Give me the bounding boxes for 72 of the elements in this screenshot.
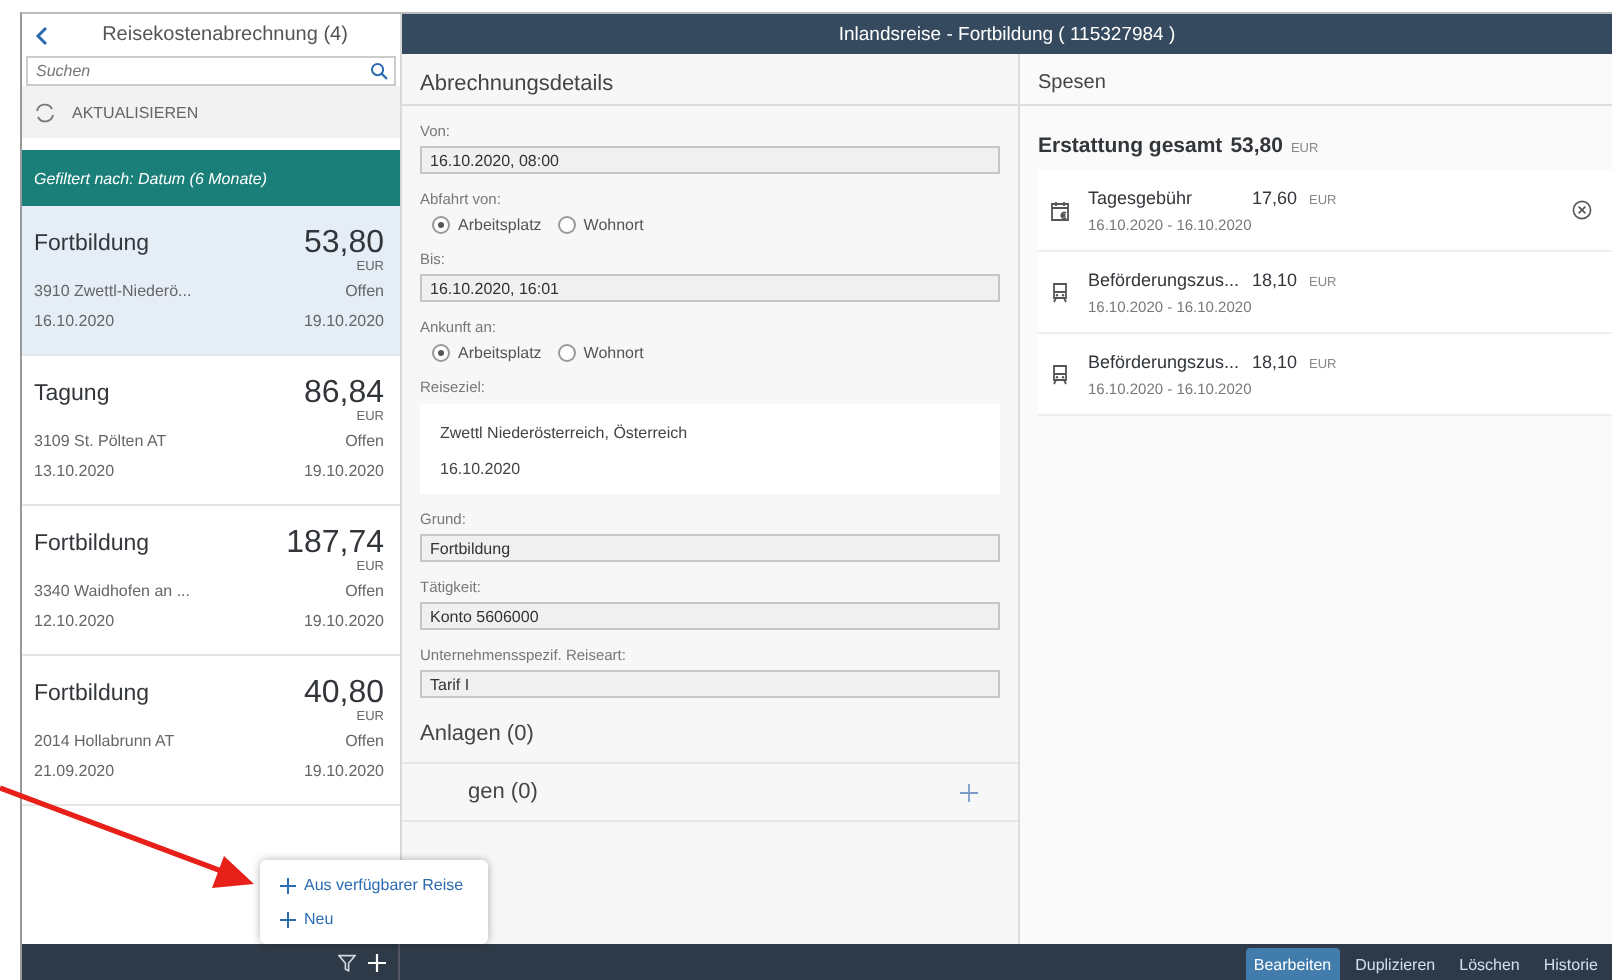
radio-button[interactable] bbox=[432, 344, 450, 362]
back-icon[interactable] bbox=[34, 25, 50, 45]
destination-text: 16.10.2020 bbox=[440, 460, 523, 478]
item-date: 19.10.2020 bbox=[303, 762, 384, 780]
toolbar-button[interactable]: Löschen bbox=[1451, 948, 1528, 980]
train-icon bbox=[1050, 281, 1070, 303]
input-field[interactable]: 16.10.2020, 16:01 bbox=[420, 274, 1000, 302]
expense-amount: 17,60 bbox=[1252, 187, 1298, 207]
expense-amount: 18,10 bbox=[1252, 351, 1298, 371]
search-field[interactable]: Suchen bbox=[26, 56, 396, 86]
item-amount: 187,74 bbox=[286, 526, 384, 560]
item-date: 19.10.2020 bbox=[303, 612, 384, 630]
list-title: Reisekostenabrechnung (4) bbox=[100, 24, 350, 46]
expense-name: Tagesgebühr bbox=[1088, 187, 1195, 207]
item-date: 19.10.2020 bbox=[303, 462, 384, 480]
menu-item[interactable]: Neu bbox=[280, 910, 488, 928]
item-date: 16.10.2020 bbox=[34, 312, 115, 330]
expense-amount: 18,10 bbox=[1252, 269, 1298, 289]
item-title: Fortbildung bbox=[34, 682, 150, 706]
item-date: 12.10.2020 bbox=[34, 612, 115, 630]
item-amount: 40,80 bbox=[303, 676, 384, 710]
input-field[interactable]: 16.10.2020, 08:00 bbox=[420, 146, 1000, 174]
item-location: 2014 Hollabrunn AT bbox=[34, 732, 175, 750]
toolbar-button[interactable]: Historie bbox=[1535, 948, 1606, 980]
refresh-icon bbox=[34, 101, 56, 123]
remove-icon[interactable] bbox=[1572, 200, 1592, 220]
radio-label: Arbeitsplatz bbox=[458, 216, 542, 234]
add-icon bbox=[280, 877, 296, 893]
search-icon[interactable] bbox=[370, 62, 388, 80]
item-title: Fortbildung bbox=[34, 532, 150, 556]
radio-button[interactable] bbox=[557, 216, 576, 234]
section-title: Spesen bbox=[1020, 54, 1612, 106]
filter-icon[interactable] bbox=[338, 953, 356, 971]
train-icon bbox=[1050, 363, 1070, 385]
menu-item[interactable]: Aus verfügbarer Reise bbox=[280, 876, 488, 894]
item-location: 3109 St. Pölten AT bbox=[34, 432, 167, 450]
item-title: Fortbildung bbox=[34, 232, 150, 256]
section-title: gen (0) bbox=[468, 780, 538, 804]
section-title: Anlagen (0) bbox=[420, 722, 534, 746]
total-label: Erstattung gesamt bbox=[1038, 134, 1223, 158]
item-status: Offen bbox=[345, 432, 384, 450]
filter-info-bar: Gefiltert nach: Datum (6 Monate) bbox=[22, 150, 400, 206]
expense-name: Beförderungszus... bbox=[1088, 269, 1240, 289]
item-date: 13.10.2020 bbox=[34, 462, 115, 480]
item-status: Offen bbox=[345, 582, 384, 600]
radio-button[interactable] bbox=[432, 216, 450, 234]
radio-button[interactable] bbox=[557, 344, 576, 362]
input-field[interactable]: Tarif I bbox=[420, 670, 1000, 698]
add-icon bbox=[280, 911, 296, 927]
radio-label: Arbeitsplatz bbox=[458, 344, 542, 362]
item-status: Offen bbox=[345, 282, 384, 300]
item-date: 19.10.2020 bbox=[303, 312, 384, 330]
toolbar-button[interactable]: Bearbeiten bbox=[1245, 948, 1340, 980]
item-status: Offen bbox=[345, 732, 384, 750]
item-location: 3910 Zwettl-Niederö... bbox=[34, 282, 192, 300]
calendar-icon bbox=[1050, 199, 1070, 221]
refresh-button[interactable]: AKTUALISIEREN bbox=[22, 86, 400, 138]
expense-name: Beförderungszus... bbox=[1088, 351, 1240, 371]
radio-label: Wohnort bbox=[583, 216, 644, 234]
page-header: Inlandsreise - Fortbildung ( 115327984 ) bbox=[402, 14, 1612, 54]
input-field[interactable]: Konto 5606000 bbox=[420, 602, 1000, 630]
total-amount: 53,80 bbox=[1230, 134, 1283, 158]
destination-text: Zwettl Niederösterreich, Österreich bbox=[440, 424, 690, 442]
item-amount: 86,84 bbox=[303, 376, 384, 410]
item-location: 3340 Waidhofen an ... bbox=[34, 582, 190, 600]
radio-label: Wohnort bbox=[583, 344, 644, 362]
section-title: Abrechnungsdetails bbox=[402, 54, 1018, 106]
item-title: Tagung bbox=[34, 382, 110, 406]
item-date: 21.09.2020 bbox=[34, 762, 115, 780]
toolbar-button[interactable]: Duplizieren bbox=[1347, 948, 1444, 980]
input-field[interactable]: Fortbildung bbox=[420, 534, 1000, 562]
item-amount: 53,80 bbox=[303, 226, 384, 260]
